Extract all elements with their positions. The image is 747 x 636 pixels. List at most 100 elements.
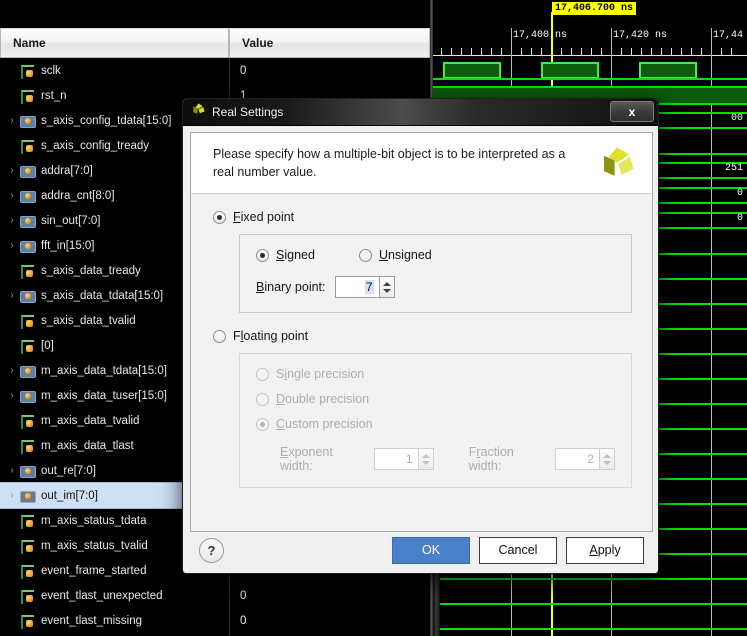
expand-chevron-icon[interactable]: › — [4, 240, 20, 251]
expand-chevron-icon[interactable]: › — [4, 265, 20, 276]
signal-value-label: 0 — [240, 614, 247, 627]
ruler-minor-tick — [581, 48, 582, 55]
double-precision-radio-icon — [256, 392, 269, 406]
binary-point-input[interactable]: 7 — [334, 276, 379, 298]
signal-value-cell: 0 — [230, 583, 430, 608]
ruler-minor-tick — [631, 48, 632, 55]
signal-row[interactable]: › event_tlast_missing — [0, 608, 229, 633]
ruler-minor-tick — [641, 48, 642, 55]
floating-point-radio-icon[interactable] — [213, 329, 226, 343]
signal-value-label: 0 — [240, 589, 247, 602]
expand-chevron-icon[interactable]: › — [4, 415, 20, 426]
chevron-down-icon[interactable] — [382, 288, 391, 293]
bus-value-label: 0 — [736, 213, 743, 224]
expand-chevron-icon[interactable]: › — [4, 490, 20, 501]
expand-chevron-icon[interactable]: › — [4, 390, 20, 401]
signal-name-label: m_axis_data_tvalid — [41, 414, 140, 427]
double-precision-label: Double precision — [276, 392, 370, 406]
column-header-name[interactable]: Name — [0, 28, 229, 58]
expand-chevron-icon[interactable]: › — [4, 615, 20, 626]
expand-chevron-icon[interactable]: › — [4, 590, 20, 601]
dialog-titlebar[interactable]: Real Settings x — [183, 99, 658, 126]
ruler-tick-label: 17,44 — [713, 30, 744, 41]
cancel-button[interactable]: Cancel — [479, 536, 557, 564]
bus-signal-icon — [20, 189, 36, 203]
floating-point-radio-row[interactable]: Floating point — [213, 329, 632, 343]
ruler-baseline — [433, 55, 747, 56]
custom-precision-radio-row: Custom precision — [256, 417, 615, 431]
expand-chevron-icon[interactable]: › — [4, 315, 20, 326]
expand-chevron-icon[interactable]: › — [4, 440, 20, 451]
dialog-title: Real Settings — [212, 105, 284, 119]
clock-pulse — [541, 62, 599, 79]
expand-chevron-icon[interactable]: › — [4, 465, 20, 476]
ruler-minor-tick — [661, 48, 662, 55]
bus-signal-icon — [20, 364, 36, 378]
dialog-body: Please specify how a multiple-bit object… — [190, 132, 653, 532]
fixed-point-label: Fixed point — [233, 210, 295, 224]
apply-button[interactable]: Apply — [566, 536, 644, 564]
expand-chevron-icon[interactable]: › — [4, 90, 20, 101]
signal-value-label: 0 — [240, 64, 247, 77]
xilinx-pinwheel-logo-icon — [598, 145, 636, 183]
binary-point-stepper[interactable]: 7 — [334, 276, 395, 298]
unsigned-radio-icon[interactable] — [358, 248, 372, 262]
exponent-width-stepper: 1 — [373, 448, 434, 470]
bus-value-label: 00 — [730, 113, 743, 124]
signed-radio-row[interactable]: Signed — [256, 248, 315, 262]
ruler-minor-tick — [501, 48, 502, 55]
expand-chevron-icon[interactable]: › — [4, 140, 20, 151]
expand-chevron-icon[interactable]: › — [4, 215, 20, 226]
chevron-up-icon[interactable] — [382, 281, 391, 286]
column-headers: Name Value — [0, 28, 430, 58]
signal-name-label: out_im[7:0] — [41, 489, 98, 502]
exponent-spin-buttons — [417, 448, 434, 470]
binary-point-spin-buttons[interactable] — [378, 276, 395, 298]
signed-radio-icon[interactable] — [256, 248, 269, 262]
bit-signal-icon — [20, 64, 36, 79]
expand-chevron-icon[interactable]: › — [4, 540, 20, 551]
dialog-footer: ? OK Cancel Apply — [190, 533, 653, 567]
expand-chevron-icon[interactable]: › — [4, 65, 20, 76]
expand-chevron-icon[interactable]: › — [4, 365, 20, 376]
fixed-point-radio-icon[interactable] — [213, 210, 226, 224]
custom-precision-radio-icon — [256, 417, 269, 431]
signal-name-label: m_axis_data_tuser[15:0] — [41, 389, 167, 402]
expand-chevron-icon[interactable]: › — [4, 290, 20, 301]
expand-chevron-icon[interactable]: › — [4, 115, 20, 126]
ruler-minor-tick — [731, 48, 732, 55]
column-header-value[interactable]: Value — [229, 28, 430, 58]
signal-name-label: rst_n — [41, 89, 67, 102]
signal-name-label: m_axis_status_tdata — [41, 514, 147, 527]
signal-row[interactable]: › event_tlast_unexpected — [0, 583, 229, 608]
ruler-minor-tick — [461, 48, 462, 55]
help-button[interactable]: ? — [199, 537, 224, 563]
expand-chevron-icon[interactable]: › — [4, 340, 20, 351]
bus-signal-icon — [20, 114, 36, 128]
expand-chevron-icon[interactable]: › — [4, 165, 20, 176]
signal-row[interactable]: › sclk — [0, 58, 229, 83]
unsigned-radio-row[interactable]: Unsigned — [358, 248, 432, 262]
fixed-point-group: Signed Unsigned Binary point: 7 — [239, 234, 632, 313]
signal-value-cell: 0 — [230, 608, 430, 633]
ruler-minor-tick — [481, 48, 482, 55]
xilinx-logo-icon — [191, 102, 206, 122]
unsigned-label: Unsigned — [378, 248, 432, 262]
ruler-minor-tick — [701, 48, 702, 55]
toolbar-strip — [0, 0, 430, 28]
signal-name-label: addra[7:0] — [41, 164, 93, 177]
signal-low-line — [433, 578, 747, 580]
ok-button[interactable]: OK — [392, 536, 470, 564]
waveform-row — [433, 58, 747, 83]
expand-chevron-icon[interactable]: › — [4, 565, 20, 576]
bit-signal-icon — [20, 139, 36, 154]
bus-signal-icon — [20, 214, 36, 228]
close-icon[interactable]: x — [610, 101, 654, 122]
signal-name-label: out_re[7:0] — [41, 464, 96, 477]
signal-name-label: m_axis_data_tlast — [41, 439, 134, 452]
fixed-point-radio-row[interactable]: Fixed point — [213, 210, 632, 224]
ruler-minor-tick — [651, 48, 652, 55]
expand-chevron-icon[interactable]: › — [4, 515, 20, 526]
cursor-time-label: 17,406.700 ns — [552, 2, 637, 15]
expand-chevron-icon[interactable]: › — [4, 190, 20, 201]
